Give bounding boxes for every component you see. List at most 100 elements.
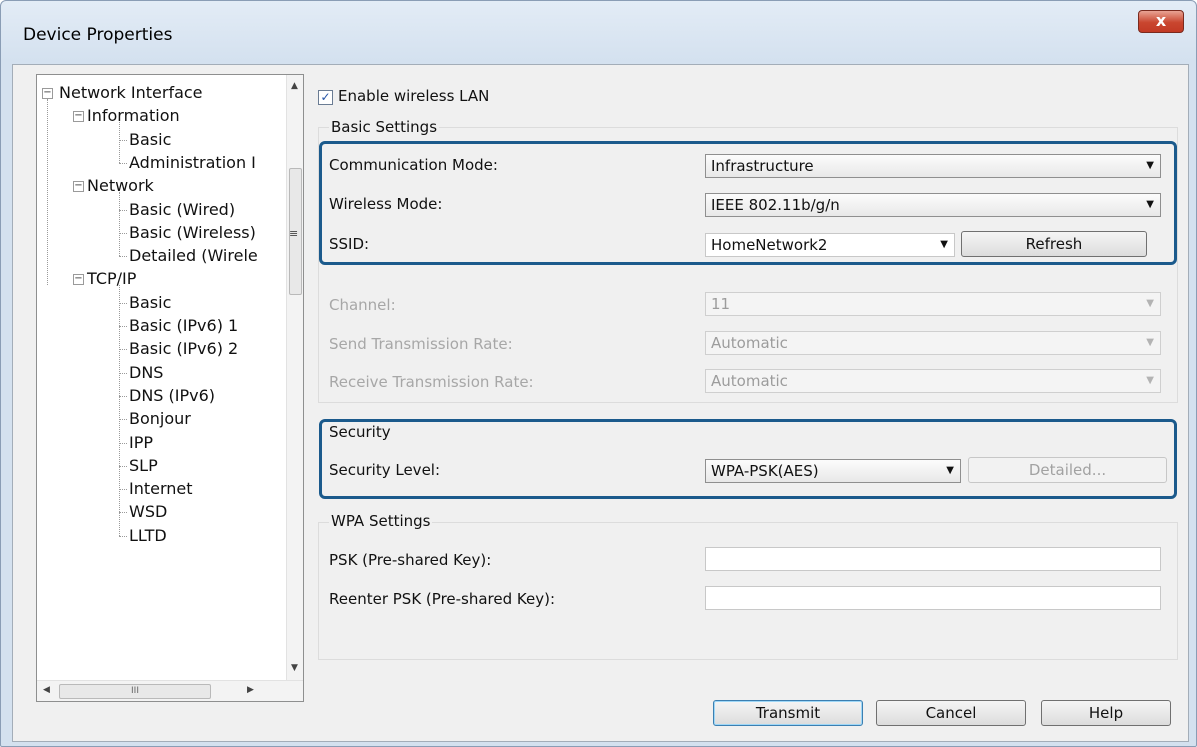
wireless-mode-label: Wireless Mode:: [329, 195, 443, 213]
tree-item[interactable]: TCP/IP: [87, 267, 136, 291]
tree-item[interactable]: Basic (Wired): [129, 198, 235, 222]
send-rate-select[interactable]: Automatic ▼: [705, 331, 1161, 355]
checkmark-icon: ✓: [320, 90, 331, 104]
channel-value: 11: [711, 295, 731, 313]
tree-connector: [119, 489, 127, 491]
tree-connector: [119, 209, 127, 211]
chevron-down-icon: ▼: [1146, 160, 1154, 171]
receive-rate-label: Receive Transmission Rate:: [329, 373, 534, 391]
cancel-button[interactable]: Cancel: [876, 700, 1026, 726]
security-level-value: WPA-PSK(AES): [711, 462, 819, 480]
chevron-down-icon: ▼: [946, 465, 954, 476]
dialog-client-area: Network Interface − Information − Basic Admin…: [12, 64, 1189, 742]
tree-connector: [119, 232, 127, 234]
ssid-value: HomeNetwork2: [711, 236, 828, 254]
collapse-toggle-icon[interactable]: −: [73, 181, 84, 193]
collapse-toggle-icon[interactable]: −: [42, 88, 53, 99]
tree-connector: [119, 419, 127, 421]
scroll-grip-icon: III: [131, 686, 139, 696]
chevron-down-icon: ▼: [1146, 337, 1154, 348]
transmit-button[interactable]: Transmit: [713, 700, 863, 726]
tree-item[interactable]: Network Interface: [59, 81, 203, 105]
wpa-settings-heading: WPA Settings: [329, 512, 433, 530]
title-bar[interactable]: Device Properties x: [1, 1, 1196, 63]
tree-item[interactable]: Basic (IPv6) 2: [129, 337, 238, 361]
tree-vertical-scrollbar[interactable]: ▲ ≡ ▼: [286, 75, 303, 681]
window-title: Device Properties: [23, 25, 173, 45]
refresh-button[interactable]: Refresh: [961, 231, 1147, 257]
ssid-label: SSID:: [329, 235, 370, 253]
settings-tree[interactable]: Network Interface − Information − Basic Admin…: [36, 74, 304, 702]
tree-item[interactable]: Bonjour: [129, 407, 191, 431]
enable-wireless-label[interactable]: Enable wireless LAN: [338, 87, 489, 105]
wireless-mode-value: IEEE 802.11b/g/n: [711, 196, 840, 214]
ssid-combobox[interactable]: HomeNetwork2 ▼: [705, 233, 955, 257]
tree-connector: [119, 192, 120, 257]
chevron-down-icon: ▼: [1146, 375, 1154, 386]
tree-item[interactable]: Detailed (Wirele: [129, 244, 258, 268]
reenter-psk-label: Reenter PSK (Pre-shared Key):: [329, 590, 556, 608]
tree-content: Network Interface − Information − Basic Admin…: [37, 75, 289, 681]
tree-connector: [47, 99, 48, 286]
chevron-down-icon: ▼: [1146, 199, 1154, 210]
chevron-down-icon: ▼: [1146, 298, 1154, 309]
tree-item[interactable]: SLP: [129, 454, 158, 478]
channel-select[interactable]: 11 ▼: [705, 292, 1161, 316]
tree-connector: [119, 285, 120, 536]
tree-item[interactable]: LLTD: [129, 524, 167, 548]
scroll-right-icon[interactable]: ▶: [247, 685, 254, 695]
scroll-up-icon[interactable]: ▲: [291, 81, 298, 91]
tree-item[interactable]: Basic (Wireless): [129, 221, 256, 245]
send-rate-value: Automatic: [711, 334, 788, 352]
scroll-down-icon[interactable]: ▼: [291, 663, 298, 673]
tree-item[interactable]: WSD: [129, 500, 167, 524]
receive-rate-select[interactable]: Automatic ▼: [705, 369, 1161, 393]
tree-connector: [119, 122, 120, 163]
help-button[interactable]: Help: [1041, 700, 1171, 726]
close-icon: x: [1155, 11, 1167, 30]
collapse-toggle-icon[interactable]: −: [73, 274, 84, 286]
collapse-toggle-icon[interactable]: −: [73, 111, 84, 123]
tree-connector: [119, 535, 127, 537]
communication-mode-select[interactable]: Infrastructure ▼: [705, 154, 1161, 178]
receive-rate-value: Automatic: [711, 372, 788, 390]
scroll-left-icon[interactable]: ◀: [43, 685, 50, 695]
tree-item[interactable]: Internet: [129, 477, 193, 501]
tree-connector: [119, 326, 127, 327]
security-level-label: Security Level:: [329, 461, 441, 479]
horizontal-scroll-thumb[interactable]: III: [59, 684, 211, 699]
tree-connector: [119, 512, 127, 514]
send-rate-label: Send Transmission Rate:: [329, 335, 513, 353]
enable-wireless-checkbox[interactable]: ✓: [318, 90, 333, 105]
psk-input[interactable]: [705, 547, 1161, 571]
tree-connector: [119, 442, 127, 444]
basic-settings-heading: Basic Settings: [329, 118, 440, 136]
security-level-select[interactable]: WPA-PSK(AES) ▼: [705, 459, 961, 483]
security-heading: Security: [329, 423, 391, 441]
chevron-down-icon: ▼: [940, 239, 948, 250]
tree-item[interactable]: DNS: [129, 361, 163, 385]
tree-item[interactable]: Network: [87, 174, 154, 198]
device-properties-window: Device Properties x Network Interface − In…: [0, 0, 1197, 747]
tree-item[interactable]: Basic: [129, 291, 171, 315]
tree-horizontal-scrollbar[interactable]: ◀ III ▶: [37, 680, 303, 701]
channel-label: Channel:: [329, 296, 396, 314]
reenter-psk-input[interactable]: [705, 586, 1161, 610]
tree-item[interactable]: Basic (IPv6) 1: [129, 314, 238, 338]
tree-item[interactable]: Basic: [129, 128, 171, 152]
tree-item[interactable]: Information: [87, 104, 180, 128]
tree-connector: [119, 395, 127, 397]
close-button[interactable]: x: [1138, 10, 1184, 33]
tree-item[interactable]: IPP: [129, 431, 153, 455]
tree-connector: [119, 302, 127, 304]
tree-item[interactable]: Administration I: [129, 151, 256, 175]
detailed-button[interactable]: Detailed...: [968, 457, 1167, 483]
tree-connector: [119, 372, 127, 374]
tree-item[interactable]: DNS (IPv6): [129, 384, 215, 408]
tree-connector: [119, 465, 127, 467]
wireless-mode-select[interactable]: IEEE 802.11b/g/n ▼: [705, 193, 1161, 217]
tree-connector: [119, 256, 127, 258]
tree-connector: [119, 349, 127, 351]
tree-connector: [119, 162, 127, 164]
communication-mode-value: Infrastructure: [711, 157, 814, 175]
